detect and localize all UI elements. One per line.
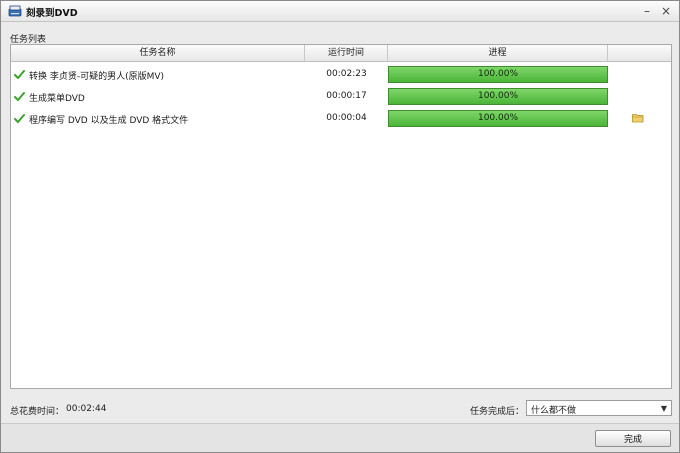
task-list-table: 任务名称 运行时间 进程 转换 李贞贤-可疑的男人(原版MV) 00:02:23…: [10, 44, 672, 389]
folder-icon[interactable]: [632, 113, 644, 123]
dvd-burner-icon: [8, 5, 22, 17]
checkmark-icon: [14, 114, 25, 123]
progress-bar: 100.00%: [388, 88, 608, 105]
title-bar[interactable]: 刻录到DVD – ×: [1, 1, 679, 22]
column-header-task-name[interactable]: 任务名称: [11, 45, 305, 62]
window-title: 刻录到DVD: [26, 8, 78, 19]
progress-text: 100.00%: [477, 69, 519, 79]
checkmark-icon: [14, 92, 25, 101]
table-row[interactable]: 转换 李贞贤-可疑的男人(原版MV) 00:02:23 100.00%: [11, 64, 671, 85]
chevron-down-icon[interactable]: ▼: [657, 401, 671, 415]
after-completion-value: 什么都不做: [531, 406, 577, 416]
progress-text: 100.00%: [477, 113, 519, 123]
task-name: 程序编写 DVD 以及生成 DVD 格式文件: [29, 116, 189, 126]
column-header-progress[interactable]: 进程: [388, 45, 608, 62]
close-button[interactable]: ×: [658, 3, 674, 19]
table-row[interactable]: 生成菜单DVD 00:00:17 100.00%: [11, 86, 671, 107]
column-header-action[interactable]: [608, 45, 671, 62]
column-header-run-time[interactable]: 运行时间: [305, 45, 388, 62]
after-completion-select[interactable]: 什么都不做 ▼: [526, 400, 672, 416]
total-time-label: 总花费时间：: [10, 407, 65, 417]
button-bar: [1, 424, 679, 452]
minimize-button[interactable]: –: [639, 3, 655, 19]
total-time-value: 00:02:44: [66, 404, 107, 414]
done-button[interactable]: 完成: [595, 430, 671, 447]
task-name: 生成菜单DVD: [29, 94, 85, 104]
progress-text: 100.00%: [477, 91, 519, 101]
task-name: 转换 李贞贤-可疑的男人(原版MV): [29, 72, 165, 82]
progress-bar: 100.00%: [388, 110, 608, 127]
task-run-time: 00:00:17: [326, 91, 367, 101]
progress-bar: 100.00%: [388, 66, 608, 83]
table-row[interactable]: 程序编写 DVD 以及生成 DVD 格式文件 00:00:04 100.00%: [11, 108, 671, 129]
table-header: 任务名称 运行时间 进程: [11, 45, 671, 62]
task-run-time: 00:00:04: [326, 113, 367, 123]
checkmark-icon: [14, 70, 25, 79]
task-run-time: 00:02:23: [326, 69, 367, 79]
after-completion-label: 任务完成后：: [470, 407, 525, 417]
burn-dvd-dialog: 刻录到DVD – × 任务列表 任务名称 运行时间 进程 转换 李贞贤-可疑的男…: [0, 0, 680, 453]
